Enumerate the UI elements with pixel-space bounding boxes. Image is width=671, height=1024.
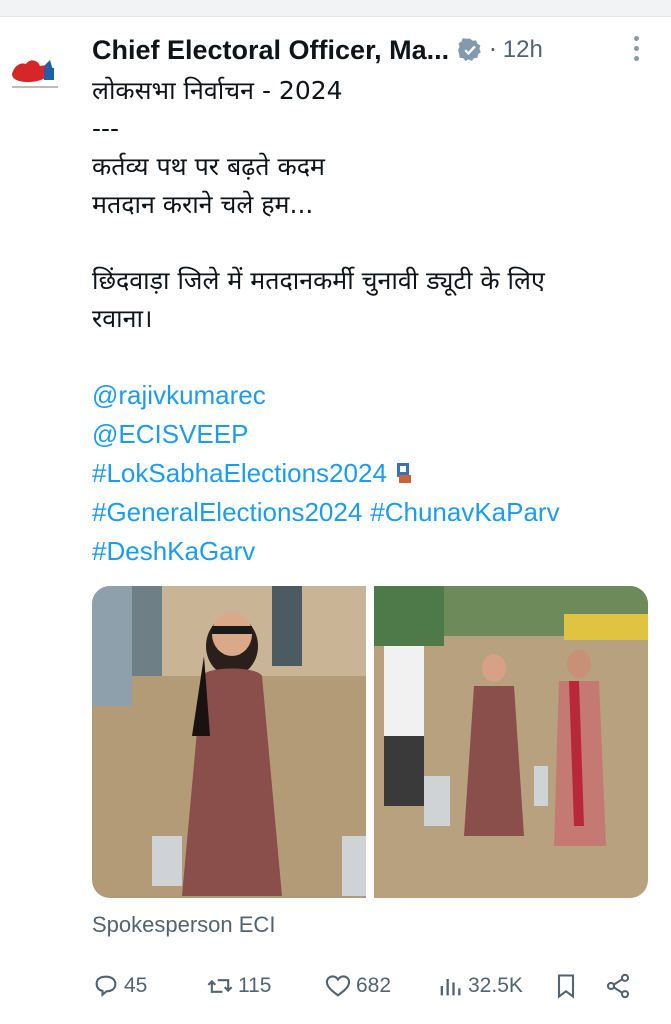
like-button[interactable]: 682 [324, 966, 391, 1006]
text-line: मतदान कराने चले हम... [92, 190, 314, 219]
tweet-actions: 45 115 682 32.5K [92, 966, 652, 1006]
mention-link[interactable]: @rajivkumarec [92, 380, 266, 410]
text-line: रवाना। [92, 304, 153, 333]
text-line: लोकसभा निर्वाचन - 2024 [92, 76, 343, 105]
text-line: --- [92, 114, 120, 143]
mention-link[interactable]: @ECISVEEP [92, 419, 248, 449]
media-source-label: Spokesperson ECI [92, 912, 276, 937]
photo-left[interactable] [92, 586, 366, 898]
avatar[interactable] [6, 48, 64, 106]
timestamp[interactable]: 12h [503, 36, 543, 64]
separator-dot: · [489, 36, 497, 64]
like-count: 682 [356, 974, 392, 997]
bookmark-icon [557, 974, 575, 999]
share-button[interactable] [604, 966, 636, 1006]
reply-button[interactable]: 45 [92, 966, 147, 1006]
share-icon [606, 973, 630, 999]
text-line [92, 224, 652, 262]
reply-icon [95, 975, 117, 998]
hashtag-link[interactable]: #DeshKaGarv [92, 536, 255, 566]
repost-count: 115 [238, 974, 272, 997]
verified-badge-icon [458, 38, 481, 61]
views-button[interactable]: 32.5K [436, 966, 523, 1006]
tweet-text: लोकसभा निर्वाचन - 2024 --- कर्तव्य पथ पर… [92, 72, 652, 571]
photo-right[interactable] [374, 586, 648, 898]
like-icon [325, 975, 351, 997]
repost-button[interactable]: 115 [206, 966, 271, 1006]
views-icon [440, 979, 461, 996]
reply-count: 45 [124, 974, 148, 997]
repost-icon [207, 979, 233, 993]
text-line: छिंदवाड़ा जिले में मतदानकर्मी चुनावी ड्य… [92, 266, 545, 295]
top-divider [0, 0, 671, 17]
hashtag-link[interactable]: #GeneralElections2024 [92, 497, 362, 527]
views-count: 32.5K [468, 974, 523, 997]
ballot-box-emoji [396, 463, 411, 483]
more-icon[interactable] [633, 36, 641, 64]
hashtag-link[interactable]: #LokSabhaElections2024 [92, 458, 387, 488]
media-grid [92, 586, 648, 898]
hashtag-link[interactable]: #ChunavKaParv [370, 497, 559, 527]
author-name[interactable]: Chief Electoral Officer, Ma... [92, 35, 449, 66]
bookmark-button[interactable] [552, 966, 584, 1006]
tweet-header: Chief Electoral Officer, Ma... · 12h [92, 30, 661, 70]
text-line [92, 338, 652, 376]
text-line: कर्तव्य पथ पर बढ़ते कदम [92, 152, 325, 181]
